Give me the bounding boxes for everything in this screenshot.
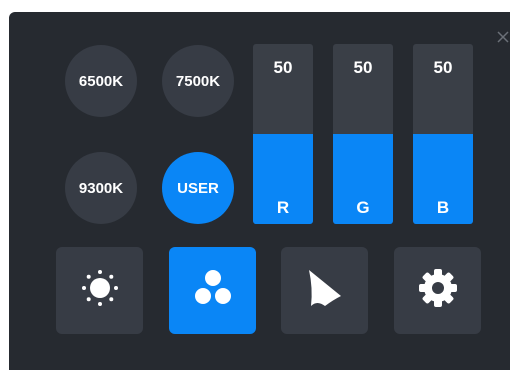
red-slider[interactable]: 50 R xyxy=(253,44,313,224)
preset-9300k-button[interactable]: 9300K xyxy=(65,152,137,224)
gear-icon xyxy=(416,266,460,315)
green-label: G xyxy=(356,198,370,217)
color-settings-panel: 6500K 7500K 9300K USER 50 R 50 G 50 B xyxy=(9,12,510,370)
settings-mode-button[interactable] xyxy=(394,247,481,334)
gamma-mode-button[interactable] xyxy=(281,247,368,334)
gamma-icon xyxy=(303,266,347,315)
blue-label: B xyxy=(436,198,450,217)
color-channels-mode-button[interactable] xyxy=(169,247,256,334)
red-label: R xyxy=(276,198,290,217)
color-channels-icon xyxy=(191,266,235,315)
red-value: 50 xyxy=(273,58,293,77)
close-icon[interactable] xyxy=(496,30,510,44)
blue-value: 50 xyxy=(433,58,453,77)
brightness-mode-button[interactable] xyxy=(56,247,143,334)
green-value: 50 xyxy=(353,58,373,77)
preset-7500k-button[interactable]: 7500K xyxy=(162,45,234,117)
preset-user-button[interactable]: USER xyxy=(162,152,234,224)
green-slider[interactable]: 50 G xyxy=(333,44,393,224)
brightness-icon xyxy=(78,266,122,315)
preset-6500k-button[interactable]: 6500K xyxy=(65,45,137,117)
blue-slider[interactable]: 50 B xyxy=(413,44,473,224)
